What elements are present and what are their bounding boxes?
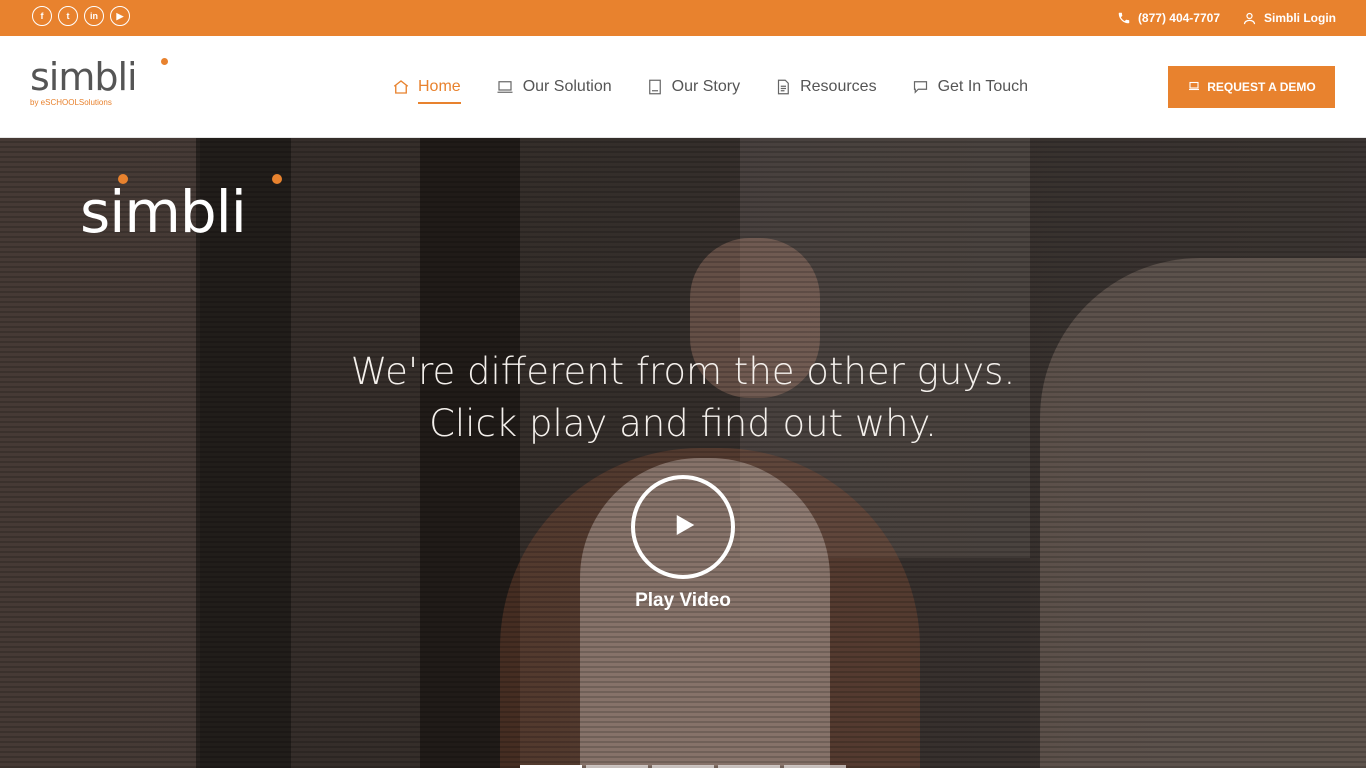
play-video-label[interactable]: Play Video bbox=[0, 590, 1366, 612]
laptop-icon bbox=[495, 78, 515, 96]
nav-label-our-story: Our Story bbox=[671, 78, 741, 95]
nav-item-home[interactable]: Home bbox=[392, 78, 461, 104]
nav-item-resources[interactable]: Resources bbox=[774, 78, 877, 96]
hero-logo: simbli bbox=[80, 174, 282, 246]
chat-icon bbox=[911, 78, 930, 96]
user-icon bbox=[1242, 11, 1257, 26]
facebook-icon[interactable]: f bbox=[32, 6, 52, 26]
phone-icon bbox=[1117, 11, 1131, 25]
play-video-button[interactable] bbox=[631, 475, 735, 579]
home-icon bbox=[392, 78, 410, 96]
laptop-icon bbox=[1187, 80, 1201, 95]
request-demo-button[interactable]: REQUEST A DEMO bbox=[1168, 66, 1335, 108]
main-nav: Home Our Solution Our Story Resources Ge… bbox=[392, 36, 1028, 138]
phone-link[interactable]: (877) 404-7707 bbox=[1117, 11, 1220, 25]
site-logo[interactable]: simbli by eSCHOOLSolutions bbox=[30, 54, 168, 107]
hero-logo-dot bbox=[118, 174, 128, 184]
nav-label-our-solution: Our Solution bbox=[522, 78, 612, 95]
hero-logo-wordmark: simbli bbox=[80, 178, 247, 246]
nav-item-get-in-touch[interactable]: Get In Touch bbox=[911, 78, 1028, 96]
play-icon bbox=[668, 510, 698, 544]
top-contact: (877) 404-7707 Simbli Login bbox=[1117, 0, 1336, 36]
nav-label-get-in-touch: Get In Touch bbox=[937, 78, 1029, 95]
nav-item-our-solution[interactable]: Our Solution bbox=[495, 78, 612, 96]
nav-item-our-story[interactable]: Our Story bbox=[646, 78, 740, 96]
login-label: Simbli Login bbox=[1264, 11, 1336, 25]
hero-logo-dot bbox=[272, 174, 282, 184]
nav-label-resources: Resources bbox=[800, 78, 877, 95]
linkedin-icon[interactable]: in bbox=[84, 6, 104, 26]
phone-number: (877) 404-7707 bbox=[1137, 11, 1220, 25]
nav-label-home: Home bbox=[418, 78, 461, 104]
hero-headline-line2: Click play and find out why. bbox=[429, 402, 937, 445]
document-icon bbox=[774, 78, 792, 96]
hero-section: simbli We're different from the other gu… bbox=[0, 138, 1366, 768]
twitter-icon[interactable]: t bbox=[58, 6, 78, 26]
book-icon bbox=[646, 78, 664, 96]
social-links: f t in ▶ bbox=[32, 6, 130, 26]
request-demo-label: REQUEST A DEMO bbox=[1207, 80, 1316, 94]
login-link[interactable]: Simbli Login bbox=[1242, 11, 1336, 26]
youtube-icon[interactable]: ▶ bbox=[110, 6, 130, 26]
logo-wordmark: simbli bbox=[30, 55, 138, 99]
logo-dot bbox=[161, 58, 168, 65]
main-header: simbli by eSCHOOLSolutions Home Our Solu… bbox=[0, 36, 1366, 138]
top-bar: f t in ▶ (877) 404-7707 Simbli Login bbox=[0, 0, 1366, 36]
hero-headline-line1: We're different from the other guys. bbox=[350, 350, 1016, 393]
